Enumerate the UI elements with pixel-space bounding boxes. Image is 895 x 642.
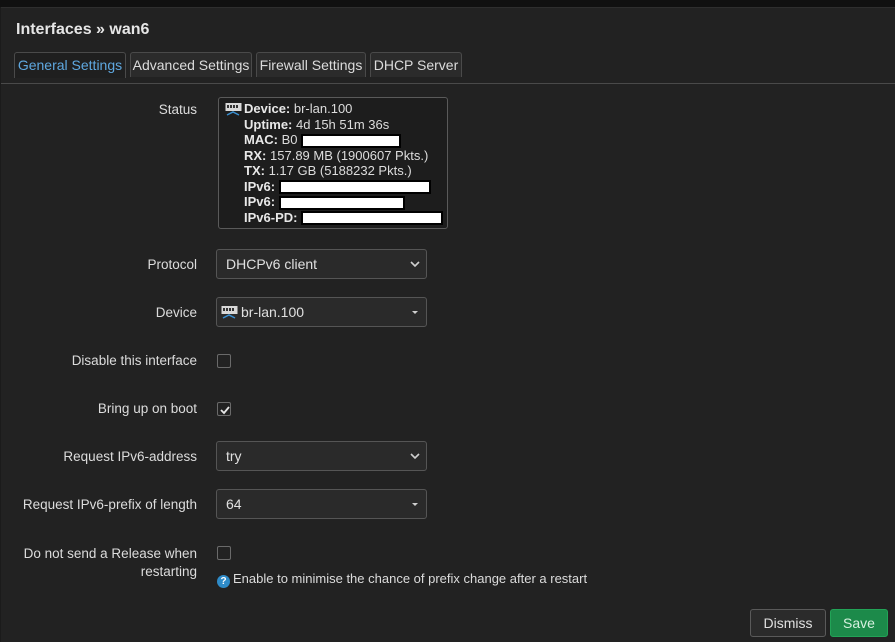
protocol-select[interactable]: DHCPv6 client — [216, 249, 427, 279]
bring-up-on-boot-checkbox[interactable] — [217, 402, 231, 416]
status-ipv6pd-line: IPv6-PD: — [244, 210, 447, 226]
network-port-icon — [225, 103, 242, 116]
network-port-icon — [221, 306, 238, 319]
no-release-help: ? Enable to minimise the chance of prefix… — [217, 571, 587, 588]
no-release-help-text: Enable to minimise the chance of prefix … — [233, 571, 588, 586]
tab-advanced-settings[interactable]: Advanced Settings — [130, 52, 252, 77]
status-label: Status — [158, 102, 197, 117]
chevron-down-icon — [410, 453, 420, 460]
redaction — [278, 195, 405, 210]
no-release-label-line2: restarting — [140, 564, 197, 579]
device-value: br-lan.100 — [241, 304, 305, 320]
top-strip — [0, 0, 895, 7]
caret-down-icon — [412, 503, 418, 506]
no-release-label: Do not send a Release when restarting — [24, 545, 197, 581]
device-select[interactable]: br-lan.100 — [216, 297, 427, 327]
status-box: Device: br-lan.100 Uptime: 4d 15h 51m 36… — [218, 97, 448, 229]
request-ipv6-prefix-label: Request IPv6-prefix of length — [22, 497, 197, 512]
dismiss-button[interactable]: Dismiss — [750, 609, 826, 637]
tab-general-settings[interactable]: General Settings — [14, 52, 126, 78]
status-ipv6-line-1: IPv6: — [244, 179, 447, 195]
save-button[interactable]: Save — [830, 609, 888, 637]
tab-firewall-settings[interactable]: Firewall Settings — [256, 52, 366, 77]
disable-interface-label: Disable this interface — [71, 353, 197, 368]
redaction — [278, 180, 431, 195]
request-ipv6-address-select[interactable]: try — [216, 441, 427, 471]
status-mac-line: MAC: B0 — [244, 132, 447, 148]
caret-down-icon — [412, 311, 418, 314]
status-uptime-line: Uptime: 4d 15h 51m 36s — [244, 116, 390, 132]
tab-dhcp-server[interactable]: DHCP Server — [370, 52, 462, 77]
no-release-checkbox[interactable] — [217, 546, 231, 560]
protocol-value: DHCPv6 client — [226, 256, 318, 272]
tab-bar: General Settings Advanced Settings Firew… — [1, 52, 895, 84]
request-ipv6-prefix-value: 64 — [226, 496, 242, 512]
help-icon: ? — [217, 575, 230, 588]
redaction — [301, 211, 444, 226]
request-ipv6-address-value: try — [226, 448, 242, 464]
chevron-down-icon — [410, 261, 420, 268]
interface-dialog: Interfaces » wan6 General Settings Advan… — [1, 7, 895, 642]
request-ipv6-address-label: Request IPv6-address — [63, 449, 197, 464]
protocol-label: Protocol — [147, 257, 197, 272]
dialog-title: Interfaces » wan6 — [16, 21, 150, 38]
status-tx-line: TX: 1.17 GB (5188232 Pkts.) — [244, 163, 412, 179]
checkmark-icon — [220, 406, 230, 415]
no-release-label-line1: Do not send a Release when — [23, 546, 197, 561]
status-rx-line: RX: 157.89 MB (1900607 Pkts.) — [244, 147, 429, 163]
bring-up-on-boot-label: Bring up on boot — [97, 401, 197, 416]
status-ipv6-line-2: IPv6: — [244, 194, 447, 210]
redaction — [301, 133, 402, 148]
request-ipv6-prefix-select[interactable]: 64 — [216, 489, 427, 519]
status-device-line: Device: br-lan.100 — [244, 101, 353, 116]
disable-interface-checkbox[interactable] — [217, 354, 231, 368]
device-label: Device — [155, 305, 197, 320]
